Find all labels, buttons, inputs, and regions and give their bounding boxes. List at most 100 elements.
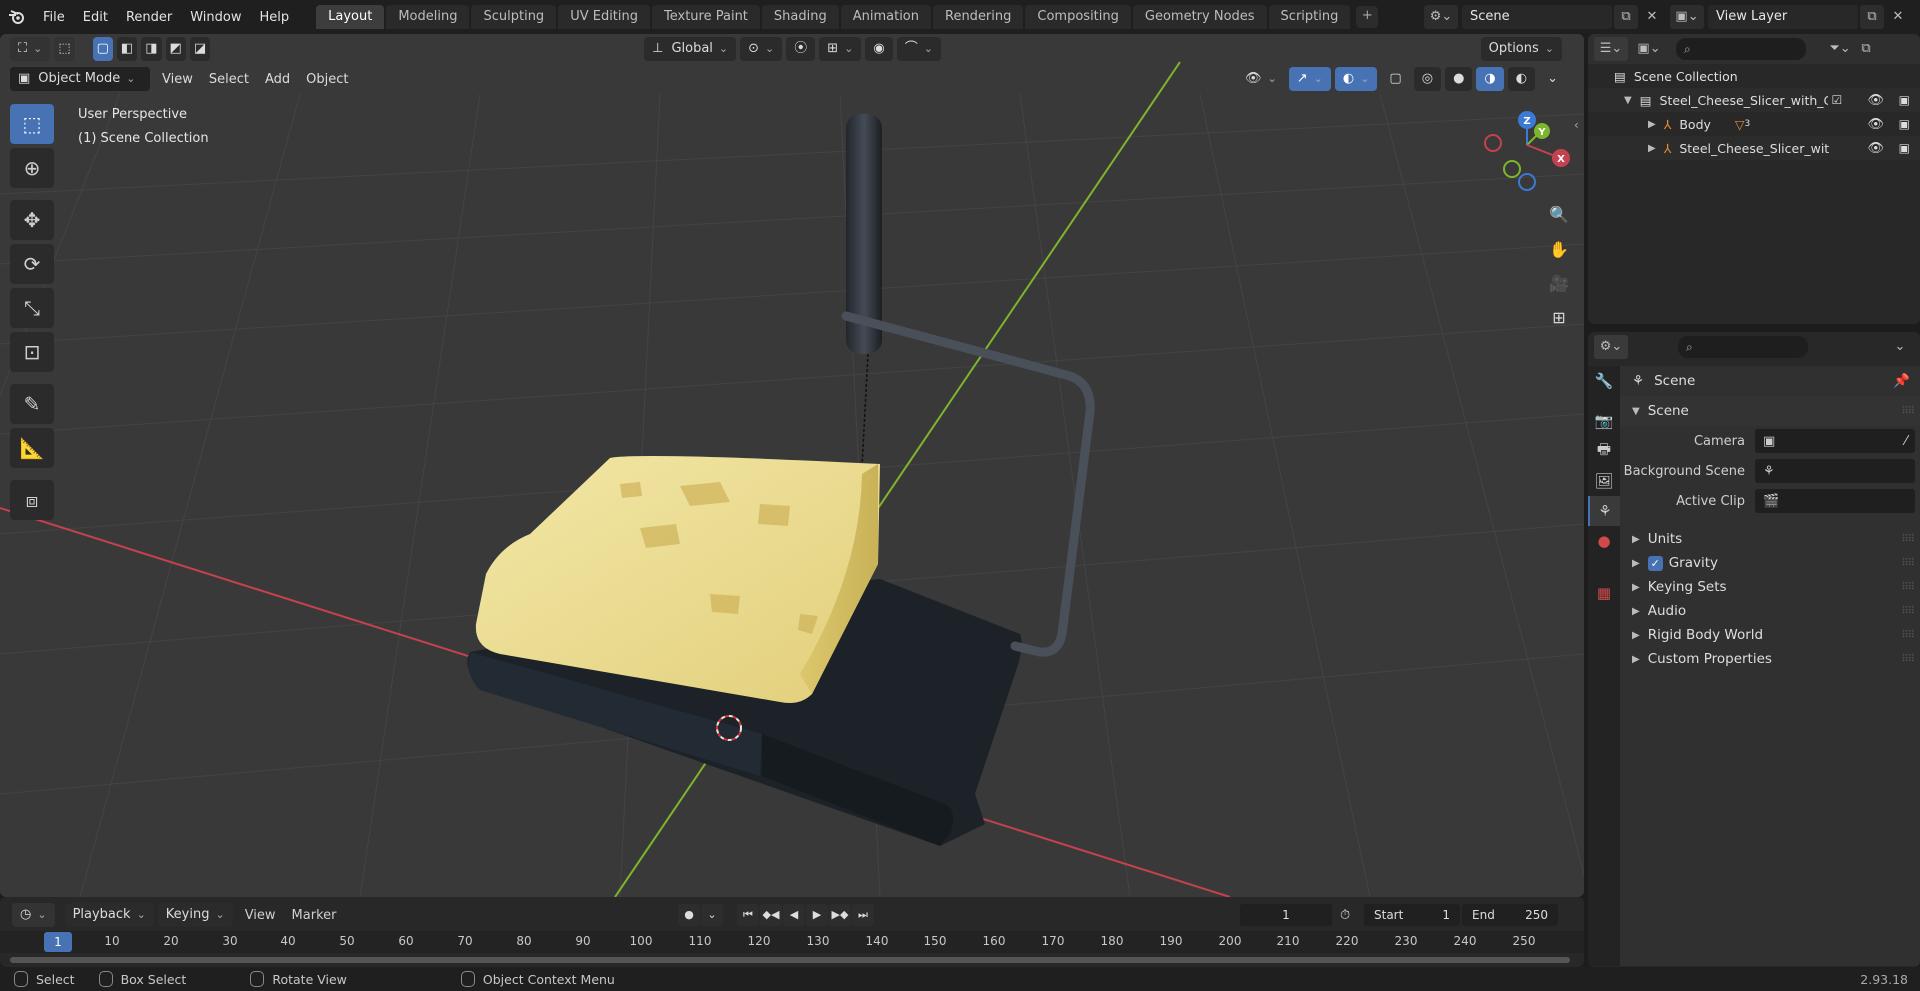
visibility-eye-icon[interactable]: 👁 bbox=[1867, 117, 1884, 132]
current-frame-indicator[interactable]: 1 bbox=[44, 932, 72, 952]
options-dropdown[interactable]: Options bbox=[1480, 37, 1562, 61]
expand-arrow-icon[interactable]: ▼ bbox=[1624, 95, 1632, 106]
play-icon[interactable]: ▶ bbox=[806, 904, 828, 926]
pin-icon[interactable]: 📌 bbox=[1893, 373, 1910, 389]
panel-grip-icon[interactable]: ⠿⠿ bbox=[1901, 606, 1915, 617]
active-clip-input[interactable]: 🎬 bbox=[1755, 489, 1915, 513]
outliner-row-body[interactable]: ▶ ⅄ Body ▽ 3 👁 ▣ bbox=[1588, 112, 1920, 136]
properties-options-icon[interactable]: ⌄ bbox=[1888, 335, 1912, 359]
cheese-slicer-model[interactable] bbox=[467, 114, 1095, 846]
menu-help[interactable]: Help bbox=[251, 10, 299, 25]
blender-logo-icon[interactable] bbox=[0, 0, 34, 34]
visibility-icon[interactable]: 👁 bbox=[1237, 67, 1285, 91]
view-layer-tab-icon[interactable]: 🖼 bbox=[1588, 466, 1620, 496]
expand-arrow-icon[interactable]: ▶ bbox=[1632, 606, 1640, 617]
properties-editor-type-icon[interactable]: ⚙⌄ bbox=[1594, 335, 1628, 359]
keying-menu[interactable]: Keying bbox=[157, 903, 233, 927]
tab-geometry-nodes[interactable]: Geometry Nodes bbox=[1132, 5, 1267, 29]
shading-wireframe-icon[interactable]: ◎ bbox=[1413, 67, 1442, 91]
snap-target-dropdown[interactable]: ⊞ bbox=[819, 37, 862, 61]
annotate-tool-icon[interactable]: ✎ bbox=[10, 384, 54, 424]
gravity-checkbox[interactable]: ✓ bbox=[1647, 555, 1663, 571]
shading-rendered-icon[interactable]: ◐ bbox=[1507, 67, 1536, 91]
viewport-menu-add[interactable]: Add bbox=[257, 72, 298, 87]
expand-arrow-icon[interactable]: ▶ bbox=[1648, 143, 1656, 154]
display-mode-icon[interactable]: ▣⌄ bbox=[1632, 37, 1666, 61]
panel-grip-icon[interactable]: ⠿⠿ bbox=[1901, 654, 1915, 665]
move-tool-icon[interactable]: ✥ bbox=[10, 200, 54, 240]
editor-type-icon[interactable]: ⛶ bbox=[10, 37, 51, 61]
tab-compositing[interactable]: Compositing bbox=[1025, 5, 1131, 29]
shading-material-icon[interactable]: ◑ bbox=[1476, 67, 1504, 91]
next-keyframe-icon[interactable]: ▶◆ bbox=[829, 904, 851, 926]
frame-ruler[interactable]: 1 10 20 30 40 50 60 70 80 90 100 110 120… bbox=[0, 931, 1584, 953]
tab-shading[interactable]: Shading bbox=[761, 5, 839, 29]
panel-grip-icon[interactable]: ⠿⠿ bbox=[1901, 406, 1915, 417]
filter-icon[interactable]: ⏷⌄ bbox=[1828, 37, 1852, 61]
select-mode-new-icon[interactable]: ▢ bbox=[92, 37, 113, 61]
scene-tab-icon[interactable]: ⚘ bbox=[1588, 496, 1620, 526]
scene-browse-icon[interactable]: ⚙⌄ bbox=[1424, 5, 1458, 29]
expand-arrow-icon[interactable]: ▶ bbox=[1632, 534, 1640, 545]
keying-options-icon[interactable]: ⌄ bbox=[701, 904, 723, 926]
render-camera-icon[interactable]: ▣ bbox=[1899, 93, 1910, 107]
add-cube-tool-icon[interactable]: ⧈ bbox=[10, 480, 54, 520]
camera-input[interactable]: ▣ ⁄ bbox=[1755, 429, 1915, 453]
panel-grip-icon[interactable]: ⠿⠿ bbox=[1901, 558, 1915, 569]
render-camera-icon[interactable]: ▣ bbox=[1899, 117, 1910, 131]
timeline-view-menu[interactable]: View bbox=[237, 908, 284, 923]
new-collection-icon[interactable]: ⧉ bbox=[1854, 37, 1878, 61]
expand-arrow-icon[interactable]: ▶ bbox=[1632, 582, 1640, 593]
proportional-edit-icon[interactable]: ◉ bbox=[865, 37, 893, 61]
select-box-tool-icon[interactable]: ⬚ bbox=[10, 104, 54, 144]
delete-view-layer-icon[interactable]: ✕ bbox=[1886, 5, 1910, 29]
eyedropper-icon[interactable]: ⁄ bbox=[1905, 434, 1907, 449]
texture-tab-icon[interactable]: ▦ bbox=[1588, 578, 1620, 608]
viewport-menu-view[interactable]: View bbox=[154, 72, 201, 87]
render-tab-icon[interactable]: 📷 bbox=[1588, 406, 1620, 436]
add-workspace-button[interactable]: + bbox=[1356, 6, 1379, 28]
auto-keying-icon[interactable]: ● bbox=[678, 904, 700, 926]
menu-file[interactable]: File bbox=[34, 10, 74, 25]
tab-scripting[interactable]: Scripting bbox=[1268, 5, 1351, 29]
jump-start-icon[interactable]: ⏮ bbox=[737, 904, 759, 926]
expand-arrow-icon[interactable]: ▶ bbox=[1632, 654, 1640, 665]
expand-arrow-icon[interactable]: ▶ bbox=[1632, 558, 1640, 569]
panel-grip-icon[interactable]: ⠿⠿ bbox=[1901, 582, 1915, 593]
timeline-marker-menu[interactable]: Marker bbox=[284, 908, 345, 923]
tab-modeling[interactable]: Modeling bbox=[386, 5, 470, 29]
navigation-gizmo[interactable]: Z Y X bbox=[1484, 111, 1570, 191]
timeline-editor-type-icon[interactable]: ◷ bbox=[12, 903, 55, 927]
view-layer-browse-icon[interactable]: ▣⌄ bbox=[1670, 5, 1704, 29]
active-tool-icon[interactable]: ⬚ bbox=[54, 37, 75, 61]
pan-view-icon[interactable]: ✋ bbox=[1544, 234, 1574, 264]
cursor-tool-icon[interactable]: ⊕ bbox=[10, 148, 54, 188]
menu-render[interactable]: Render bbox=[117, 10, 181, 25]
properties-search-input[interactable]: ⌕ bbox=[1678, 336, 1808, 358]
outliner-row-object[interactable]: ▶ ⅄ Steel_Cheese_Slicer_with 👁 ▣ bbox=[1588, 136, 1920, 160]
scene-panel-header[interactable]: ▼ Scene ⠿⠿ bbox=[1620, 396, 1920, 426]
jump-end-icon[interactable]: ⏭ bbox=[852, 904, 874, 926]
pivot-point-dropdown[interactable]: ⊙ bbox=[740, 37, 783, 61]
tab-rendering[interactable]: Rendering bbox=[933, 5, 1024, 29]
zoom-view-icon[interactable]: 🔍 bbox=[1544, 199, 1574, 229]
tab-animation[interactable]: Animation bbox=[840, 5, 931, 29]
delete-scene-icon[interactable]: ✕ bbox=[1640, 5, 1664, 29]
preview-range-icon[interactable]: ⏱ bbox=[1340, 908, 1350, 923]
viewport-menu-object[interactable]: Object bbox=[298, 72, 356, 87]
tool-tab-icon[interactable]: 🔧 bbox=[1588, 366, 1620, 396]
rotate-tool-icon[interactable]: ⟳ bbox=[10, 244, 54, 284]
render-camera-icon[interactable]: ▣ bbox=[1899, 141, 1910, 155]
ortho-toggle-icon[interactable]: ⊞ bbox=[1544, 302, 1574, 332]
overlay-toggle-icon[interactable]: ◐ bbox=[1334, 67, 1378, 91]
tab-layout[interactable]: Layout bbox=[316, 5, 385, 29]
measure-tool-icon[interactable]: 📐 bbox=[10, 428, 54, 468]
panel-grip-icon[interactable]: ⠿⠿ bbox=[1901, 534, 1915, 545]
current-frame-field[interactable]: 1 bbox=[1240, 904, 1332, 926]
new-view-layer-icon[interactable]: ⧉ bbox=[1860, 5, 1884, 29]
menu-window[interactable]: Window bbox=[181, 10, 250, 25]
outliner-row-collection[interactable]: ▼ ▤ Steel_Cheese_Slicer_with_Che ☑ 👁 ▣ bbox=[1588, 88, 1920, 112]
tab-sculpting[interactable]: Sculpting bbox=[471, 5, 557, 29]
camera-view-icon[interactable]: 🎥 bbox=[1544, 268, 1574, 298]
outliner-root[interactable]: ▤ Scene Collection bbox=[1588, 64, 1920, 88]
